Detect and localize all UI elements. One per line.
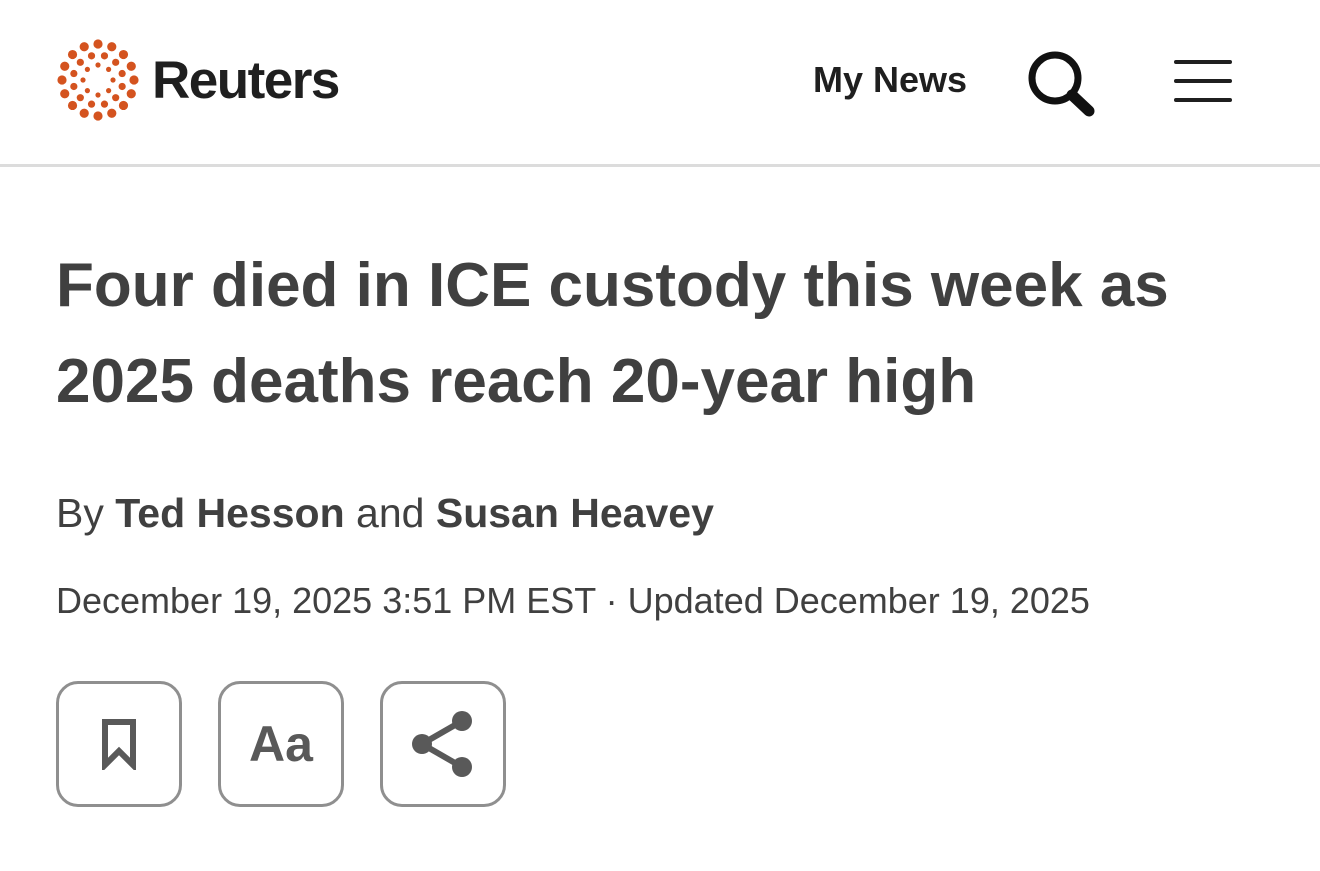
- logo-dot: [67, 100, 78, 111]
- logo-dot: [76, 58, 84, 66]
- logo-dot: [76, 94, 84, 102]
- logo-dot: [112, 94, 120, 102]
- logo-dot: [79, 42, 89, 52]
- logo-dot: [126, 89, 136, 99]
- author-link-ted-hesson[interactable]: Ted Hesson: [115, 490, 344, 536]
- share-button[interactable]: [380, 681, 506, 807]
- byline-conjunction: and: [356, 490, 425, 536]
- logo-dot: [107, 108, 117, 118]
- logo-dot: [70, 82, 78, 91]
- logo-dot: [84, 66, 90, 72]
- logo-dot: [118, 49, 129, 60]
- logo-dot: [60, 89, 70, 99]
- logo-dot: [95, 92, 101, 98]
- article-dateline: December 19, 2025 3:51 PM EST · Updated …: [56, 580, 1090, 621]
- logo-dot: [79, 108, 89, 118]
- font-size-label: Aa: [249, 716, 313, 772]
- logo-dot: [129, 75, 139, 85]
- logo-dot: [67, 49, 78, 60]
- logo-dot: [106, 66, 112, 72]
- logo-dot: [118, 69, 126, 78]
- reuters-logo-icon: [57, 39, 139, 121]
- brand-name: Reuters: [152, 50, 340, 110]
- logo-dot: [80, 77, 86, 83]
- bookmark-button[interactable]: [56, 681, 182, 807]
- site-header: Reuters My News: [0, 0, 1320, 167]
- my-news-link[interactable]: My News: [813, 58, 967, 102]
- logo-dot: [126, 61, 136, 71]
- article-tools: Aa: [56, 681, 506, 807]
- logo-dot: [93, 111, 103, 121]
- logo-dot: [84, 88, 90, 94]
- share-icon: [412, 711, 472, 777]
- logo-dot: [57, 75, 67, 85]
- reuters-logo-link[interactable]: Reuters: [56, 38, 340, 122]
- logo-dot: [87, 100, 96, 108]
- hamburger-menu-icon: [1174, 60, 1232, 102]
- byline: By Ted Hesson and Susan Heavey: [56, 488, 714, 538]
- logo-dot: [100, 52, 109, 60]
- logo-dot: [70, 69, 78, 78]
- logo-dot: [118, 82, 126, 91]
- article-headline: Four died in ICE custody this week as 20…: [56, 251, 1169, 416]
- bookmark-icon: [102, 719, 136, 770]
- logo-dot: [107, 42, 117, 52]
- logo-dot: [60, 61, 70, 71]
- menu-button[interactable]: [1170, 52, 1236, 110]
- logo-dot: [93, 39, 103, 49]
- logo-dot: [95, 62, 101, 68]
- search-button[interactable]: [1026, 48, 1098, 120]
- font-size-button[interactable]: Aa: [218, 681, 344, 807]
- search-icon: [1028, 51, 1095, 117]
- logo-dot: [118, 100, 129, 111]
- logo-dot: [110, 77, 116, 83]
- logo-dot: [87, 52, 96, 60]
- logo-dot: [106, 88, 112, 94]
- byline-prefix: By: [56, 490, 104, 536]
- logo-dot: [112, 58, 120, 66]
- logo-dot: [100, 100, 109, 108]
- author-link-susan-heavey[interactable]: Susan Heavey: [436, 490, 714, 536]
